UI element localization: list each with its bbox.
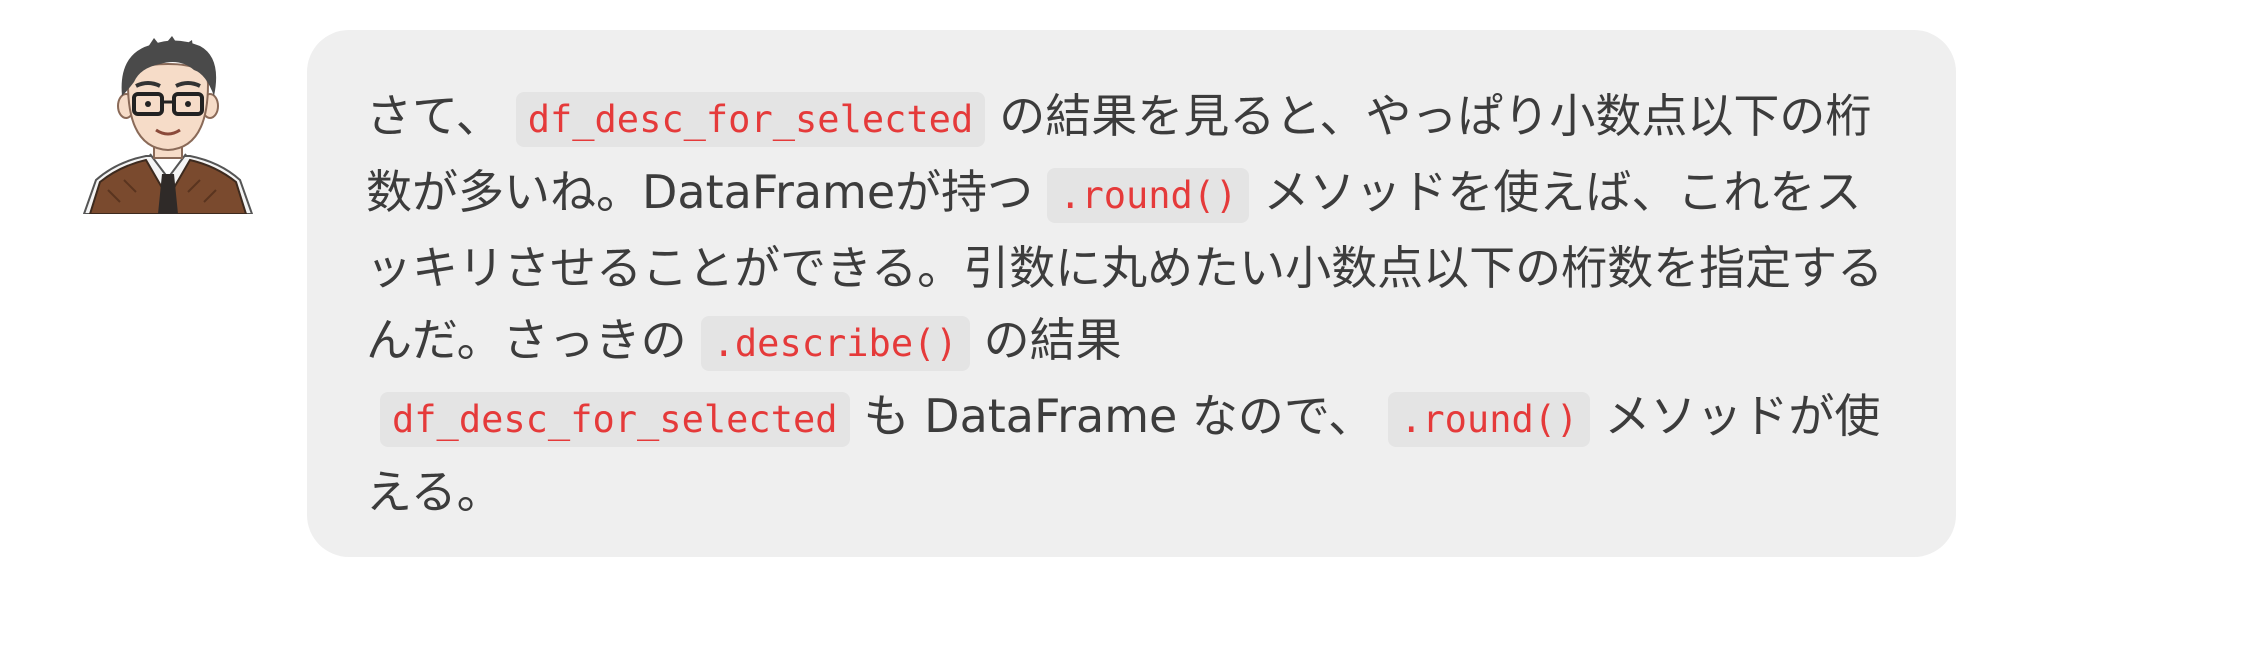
message-text-segment: さて、 bbox=[366, 89, 502, 143]
avatar-illustration bbox=[82, 36, 254, 215]
inline-code: df_desc_for_selected bbox=[515, 92, 986, 147]
message-text: さて、 df_desc_for_selected の結果を見ると、やっぱり小数点以下… bbox=[366, 80, 1900, 528]
message-text-segment: も DataFrame なので、 bbox=[863, 389, 1375, 443]
teacher-avatar-icon bbox=[76, 30, 260, 215]
inline-code: .round() bbox=[1047, 168, 1250, 223]
chat-bubble: さて、 df_desc_for_selected の結果を見ると、やっぱり小数点以下… bbox=[307, 30, 1956, 557]
inline-code: df_desc_for_selected bbox=[380, 392, 850, 447]
inline-code: .describe() bbox=[700, 316, 970, 371]
message-text-segment: の結果 bbox=[983, 313, 1122, 367]
inline-code: .round() bbox=[1388, 392, 1591, 447]
